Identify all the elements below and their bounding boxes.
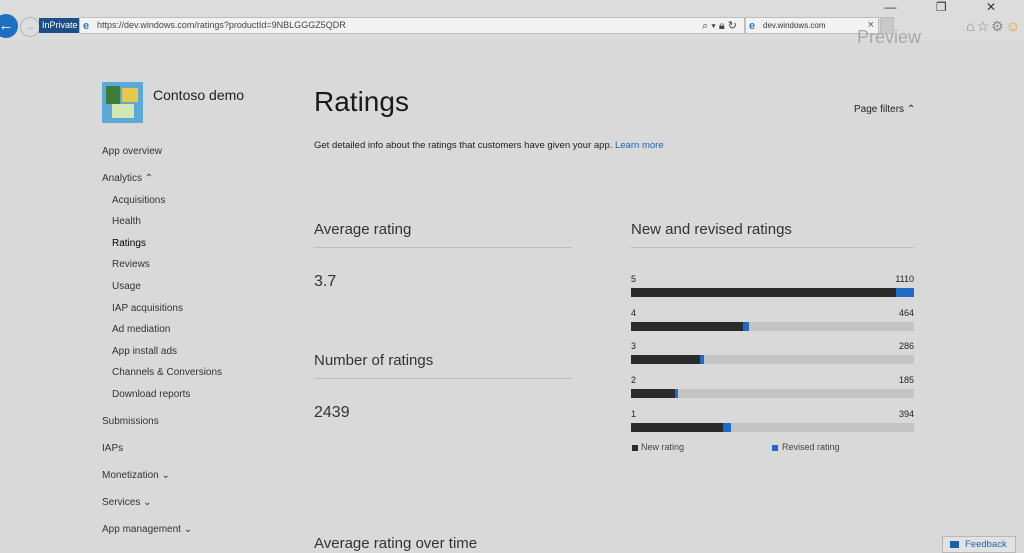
app-name: Contoso demo — [153, 87, 245, 103]
bar-track-star-4 — [631, 321, 914, 331]
learn-more-link[interactable]: Learn more — [615, 140, 664, 151]
number-of-ratings-title: Number of ratings — [314, 352, 434, 369]
divider — [631, 247, 914, 248]
ie-logo-icon: e — [83, 20, 90, 32]
smiley-feedback-icon[interactable]: ☺ — [1006, 18, 1022, 34]
legend-revised-rating: Revised rating — [782, 442, 840, 452]
chevron-up-icon: ⌃ — [906, 104, 916, 115]
search-icon[interactable]: ⌕ — [702, 20, 711, 32]
bar-new-rating-star-1 — [631, 422, 724, 432]
chevron-down-icon: ⌄ — [143, 497, 152, 508]
refresh-icon[interactable]: ↻ — [728, 20, 740, 32]
intro-text: Get detailed info about the ratings that… — [314, 140, 664, 151]
window-controls[interactable]: — ❐ ✕ — [885, 0, 1014, 14]
divider — [314, 378, 572, 379]
url-text[interactable]: https://dev.windows.com/ratings?productI… — [97, 20, 346, 30]
sidebar-item-app-install-ads[interactable]: App install ads — [112, 346, 177, 357]
sidebar-item-health[interactable]: Health — [112, 216, 141, 227]
dropdown-icon[interactable]: ▾ — [711, 20, 719, 32]
bar-revised-rating-star-5 — [896, 288, 914, 297]
bar-revised-rating-star-1 — [723, 422, 732, 432]
number-of-ratings-value: 2439 — [314, 404, 350, 421]
address-bar[interactable]: e https://dev.windows.com/ratings?produc… — [79, 17, 745, 34]
lock-icon[interactable]: 🔒︎ — [719, 20, 728, 32]
address-tools: ⌕▾🔒︎↻ — [702, 19, 740, 33]
bar-track-star-5 — [631, 288, 914, 297]
sidebar-item-reviews[interactable]: Reviews — [112, 259, 150, 270]
bar-count-star-5: 1110 — [895, 274, 914, 284]
comment-icon — [950, 541, 959, 548]
sidebar-item-ad-mediation[interactable]: Ad mediation — [112, 324, 170, 335]
browser-icons: ⌂☆⚙☺ — [966, 18, 1022, 35]
favorites-star-icon[interactable]: ☆ — [977, 18, 992, 34]
bar-revised-rating-star-4 — [742, 321, 750, 331]
sidebar-item-download-reports[interactable]: Download reports — [112, 389, 190, 400]
bar-count-star-4: 464 — [898, 307, 914, 318]
legend-swatch-revised — [772, 445, 778, 451]
tab-title: dev.windows.com — [763, 21, 826, 30]
legend-new-rating: New rating — [641, 442, 685, 452]
gear-icon[interactable]: ⚙ — [991, 18, 1006, 34]
sidebar-item-app-management[interactable]: App management ⌄ — [102, 524, 192, 535]
chevron-up-icon: ⌃ — [144, 173, 154, 184]
bar-new-rating-star-4 — [631, 321, 743, 331]
bar-count-star-1: 394 — [898, 408, 914, 419]
inprivate-badge: InPrivate — [39, 18, 81, 33]
forward-arrow-icon[interactable]: → — [20, 17, 40, 37]
divider — [314, 247, 572, 248]
bar-new-rating-star-5 — [631, 288, 897, 297]
bar-label-star-1: 1 — [631, 408, 637, 419]
sidebar-item-usage[interactable]: Usage — [112, 281, 141, 292]
bar-track-star-1 — [631, 422, 914, 432]
bar-new-rating-star-2 — [631, 389, 676, 399]
sidebar-item-analytics[interactable]: Analytics ⌃ — [102, 173, 153, 184]
average-rating-value: 3.7 — [314, 273, 337, 290]
sidebar-item-monetization[interactable]: Monetization ⌄ — [102, 470, 170, 481]
sidebar-item-ratings[interactable]: Ratings — [112, 238, 146, 249]
sidebar-item-acquisitions[interactable]: Acquisitions — [112, 195, 165, 206]
chevron-down-icon: ⌄ — [161, 470, 170, 481]
legend-swatch-new — [632, 445, 638, 451]
preview-label: Preview — [857, 27, 922, 47]
bar-label-star-3: 3 — [631, 341, 637, 352]
sidebar-item-app-overview[interactable]: App overview — [102, 146, 162, 157]
bar-revised-rating-star-3 — [699, 355, 704, 365]
bar-track-star-3 — [631, 355, 914, 365]
feedback-button[interactable]: Feedback — [942, 536, 1016, 553]
app-logo — [102, 82, 143, 123]
page-filters-toggle[interactable]: Page filters ⌃ — [854, 104, 915, 115]
bar-label-star-2: 2 — [631, 375, 637, 386]
ie-logo-icon: e — [749, 20, 756, 32]
sidebar-item-iap-acquisitions[interactable]: IAP acquisitions — [112, 303, 183, 314]
bar-label-star-5: 5 — [631, 274, 637, 284]
bar-label-star-4: 4 — [631, 307, 637, 318]
bar-new-rating-star-3 — [631, 355, 700, 365]
bar-count-star-3: 286 — [898, 341, 914, 352]
bar-track-star-2 — [631, 389, 914, 399]
sidebar-item-iaps[interactable]: IAPs — [102, 443, 123, 454]
bar-count-star-2: 185 — [898, 375, 914, 386]
chevron-down-icon: ⌄ — [183, 524, 193, 535]
sidebar-item-services[interactable]: Services ⌄ — [102, 497, 152, 508]
sidebar-item-channels-conversions[interactable]: Channels & Conversions — [112, 367, 222, 378]
back-arrow-icon[interactable]: ← — [0, 14, 18, 38]
new-revised-ratings-title: New and revised ratings — [631, 221, 792, 238]
sidebar-item-submissions[interactable]: Submissions — [102, 416, 159, 427]
average-rating-over-time-title: Average rating over time — [314, 535, 478, 552]
page-title: Ratings — [314, 86, 409, 117]
average-rating-title: Average rating — [314, 221, 412, 238]
bar-revised-rating-star-2 — [675, 389, 679, 399]
home-icon[interactable]: ⌂ — [966, 18, 976, 34]
